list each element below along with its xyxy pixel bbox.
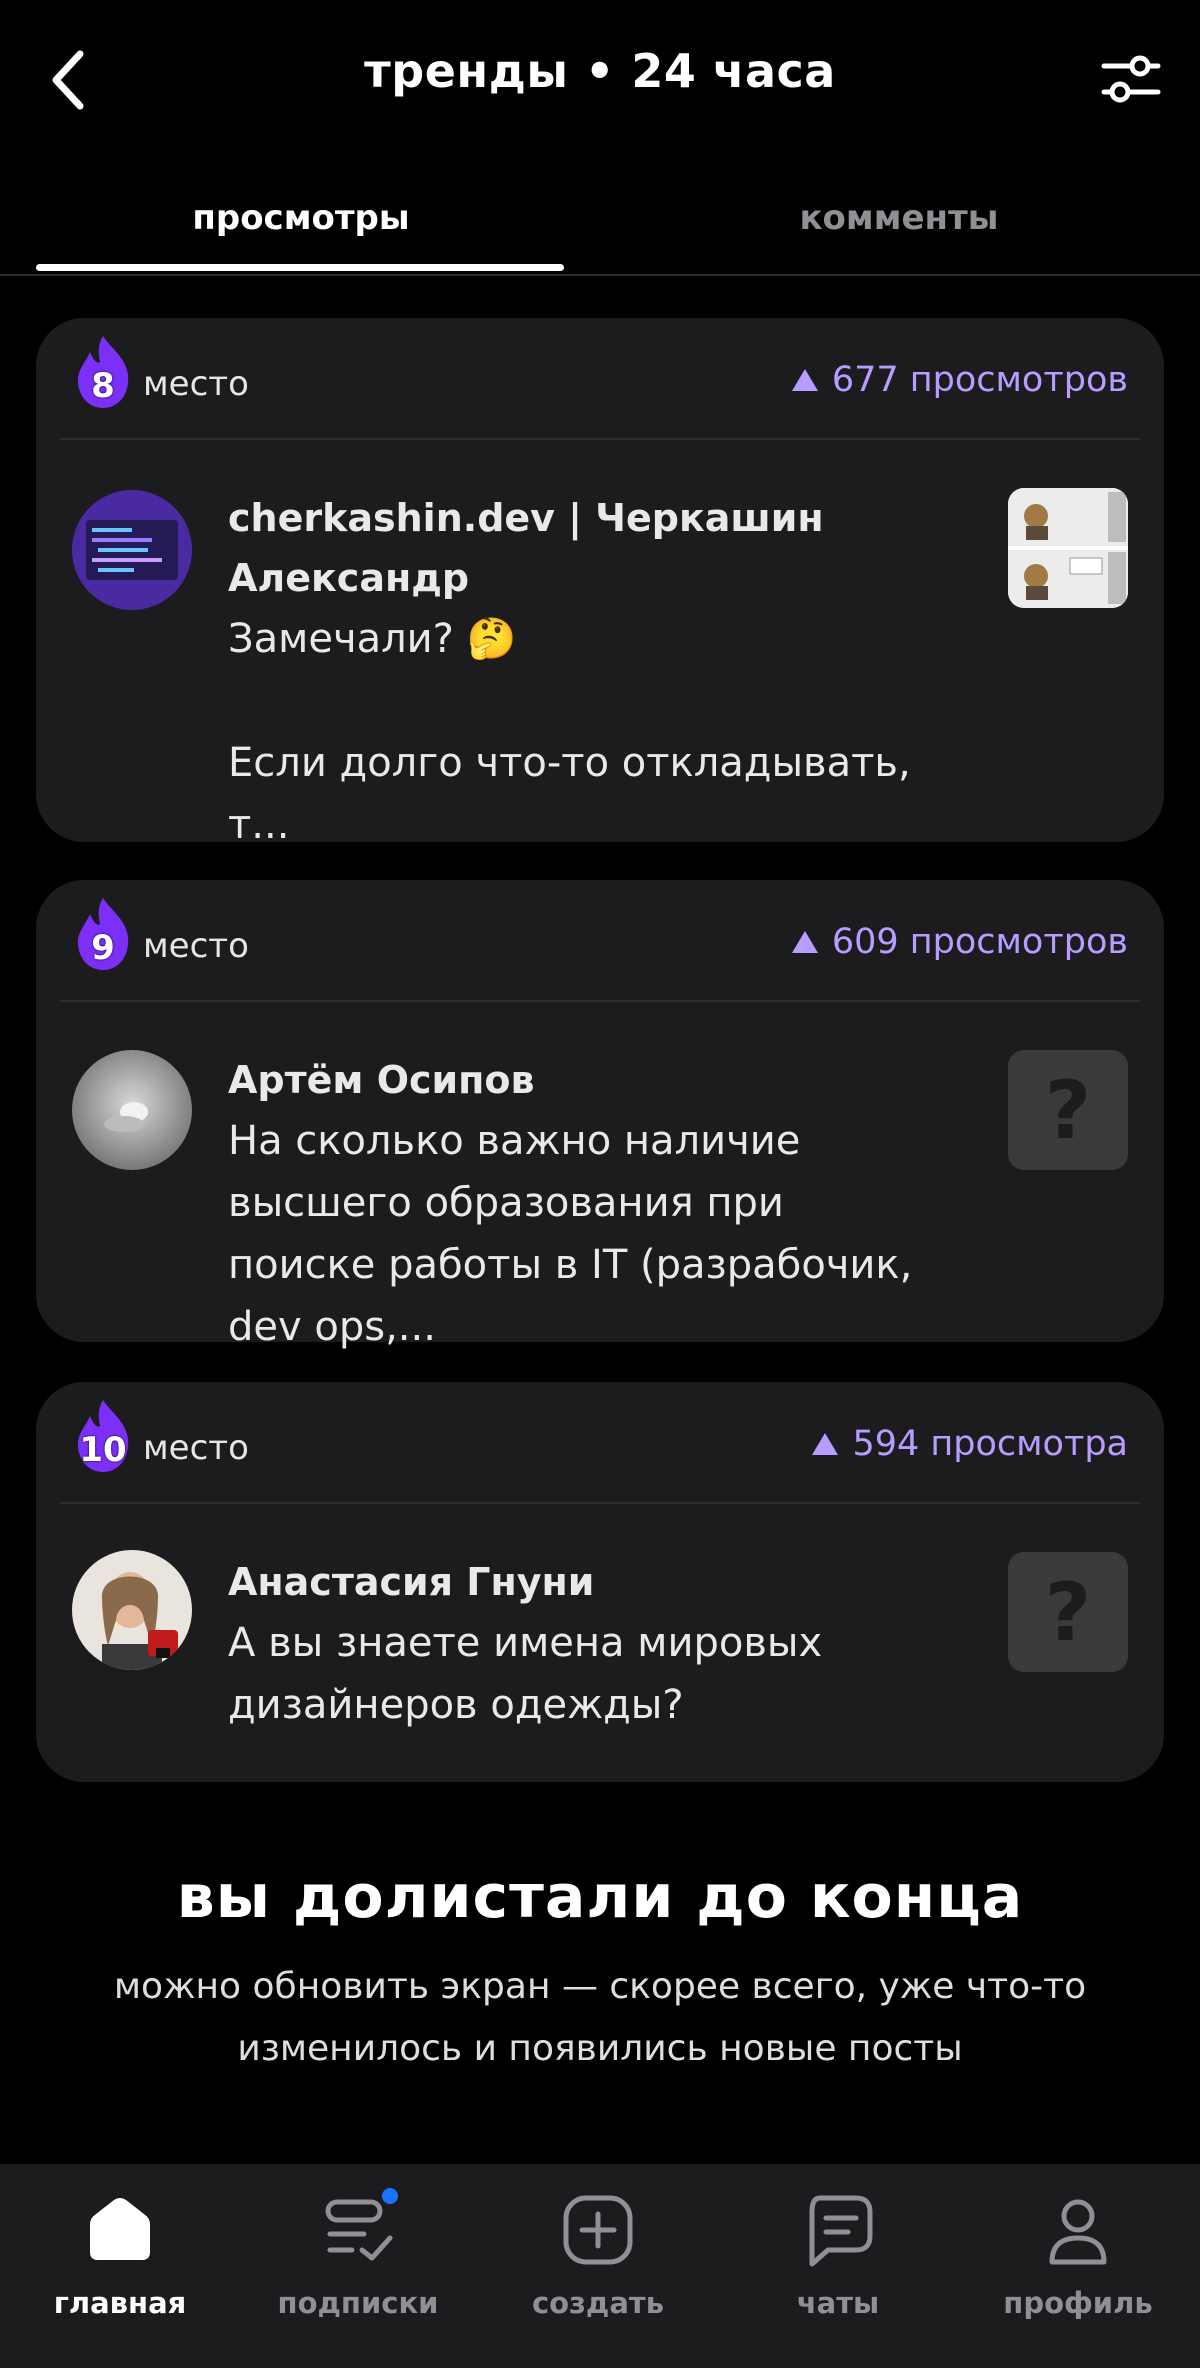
rank-number: 10 [79,1430,127,1470]
rank-label: место [143,1428,249,1468]
post-text: На сколько важно наличие высшего образов… [228,1118,913,1350]
avatar[interactable] [72,1050,192,1170]
top-bar: тренды • 24 часа [0,0,1200,160]
notification-dot [382,2188,398,2204]
avatar[interactable] [72,1550,192,1670]
trend-card[interactable]: 10 место 594 просмотра Анастасия Гнуни А… [36,1382,1164,1782]
tab-bar: просмотры комменты [0,180,1200,276]
nav-profile-label: профиль [1003,2286,1153,2320]
views-text: 677 просмотров [831,360,1128,400]
subscriptions-icon [318,2188,398,2270]
end-of-feed-subtitle: можно обновить экран — скорее всего, уже… [113,1966,1087,2069]
nav-chats[interactable]: чаты [738,2190,938,2320]
nav-create[interactable]: создать [498,2190,698,2320]
nav-profile[interactable]: профиль [978,2190,1178,2320]
active-tab-indicator [36,264,564,271]
rank-number: 8 [91,366,115,406]
home-icon [80,2190,160,2270]
arrow-up-icon [791,369,818,391]
question-mark-icon: ? [1044,1565,1092,1659]
avatar-image [72,490,192,610]
views-count: 594 просмотра [812,1424,1128,1464]
nav-subscriptions[interactable]: подписки [258,2188,458,2320]
filter-button[interactable] [1100,52,1162,106]
nav-create-label: создать [531,2286,665,2320]
avatar[interactable] [72,490,192,610]
views-count: 677 просмотров [791,360,1128,400]
card-rank-row: 10 место 594 просмотра [36,1382,1164,1504]
page-title: тренды • 24 часа [364,44,836,98]
create-icon [558,2190,638,2270]
question-mark-icon: ? [1044,1063,1092,1157]
arrow-up-icon [812,1433,839,1455]
nav-subscriptions-label: подписки [277,2286,439,2320]
post-content: cherkashin.dev | Черкашин Александр Заме… [228,488,928,856]
post-content: Анастасия Гнуни А вы знаете имена мировы… [228,1552,928,1736]
chat-icon [798,2190,878,2270]
post-thumbnail-placeholder[interactable]: ? [1008,1050,1128,1170]
card-rank-row: 9 место 609 просмотров [36,880,1164,1002]
post-author: Анастасия Гнуни [228,1560,595,1604]
trend-card[interactable]: 8 место 677 просмотров cherkashin.dev | … [36,318,1164,848]
post-thumbnail[interactable] [1008,488,1128,608]
post-content: Артём Осипов На сколько важно наличие вы… [228,1050,928,1358]
card-rank-row: 8 место 677 просмотров [36,318,1164,440]
views-text: 594 просмотра [852,1424,1128,1464]
nav-home-label: главная [53,2286,187,2320]
thumbnail-image [1008,488,1128,608]
divider [60,1000,1140,1002]
rank-label: место [143,364,249,404]
post-thumbnail-placeholder[interactable]: ? [1008,1552,1128,1672]
rank-label: место [143,926,249,966]
avatar-image [72,1050,192,1170]
tab-views[interactable]: просмотры [36,198,566,238]
nav-home[interactable]: главная [20,2190,220,2320]
divider [60,1502,1140,1504]
post-author: cherkashin.dev | Черкашин Александр [228,496,824,600]
trend-card[interactable]: 9 место 609 просмотров Артём Осипов На с… [36,880,1164,1350]
avatar-image [72,1550,192,1670]
post-text: Замечали? 🤔 Если долго что-то откладыват… [228,616,911,848]
divider [60,438,1140,440]
post-author: Артём Осипов [228,1058,535,1102]
views-text: 609 просмотров [831,922,1128,962]
bottom-navigation: главная подписки создать чаты профиль [0,2164,1200,2368]
profile-icon [1038,2190,1118,2270]
tab-comments[interactable]: комменты [634,198,1164,238]
views-count: 609 просмотров [791,922,1128,962]
nav-chats-label: чаты [796,2286,880,2320]
arrow-up-icon [791,931,818,953]
rank-number: 9 [91,928,115,968]
post-text: А вы знаете имена мировых дизайнеров оде… [228,1620,823,1728]
end-of-feed-title: вы долистали до конца [176,1862,1024,1932]
sliders-icon [1101,55,1161,103]
